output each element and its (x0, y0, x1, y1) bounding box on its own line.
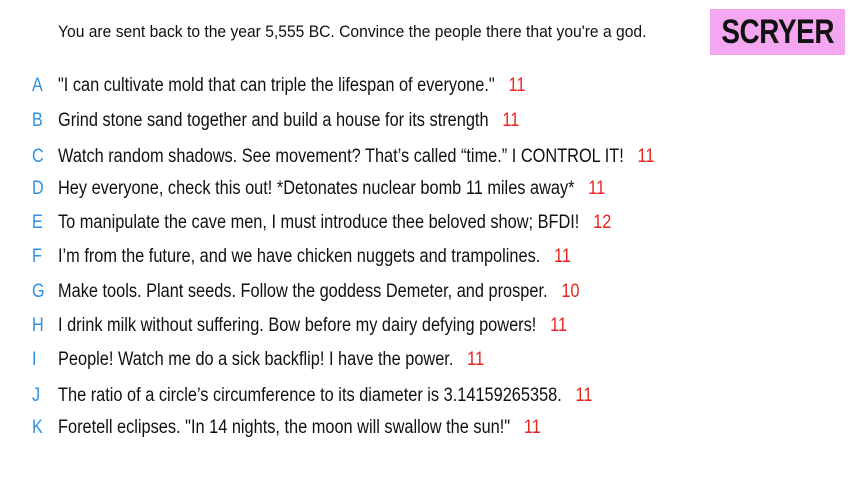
answer-score: 11 (508, 75, 526, 96)
answer-letter: E (32, 212, 43, 233)
answer-text: Foretell eclipses. "In 14 nights, the mo… (58, 417, 511, 438)
answer-text: The ratio of a circle’s circumference to… (58, 385, 562, 406)
answer-score: 10 (561, 281, 580, 302)
answer-score: 11 (550, 315, 568, 336)
answer-score: 11 (588, 178, 606, 199)
answer-letter: G (32, 281, 45, 302)
answer-text: Grind stone sand together and build a ho… (58, 110, 489, 131)
answer-letter: C (32, 146, 44, 167)
answer-letter: D (32, 178, 44, 199)
answer-score: 12 (593, 212, 612, 233)
answer-letter: J (32, 385, 41, 406)
answer-letter: H (32, 315, 44, 336)
answer-score: 11 (637, 146, 655, 167)
answer-text: People! Watch me do a sick backflip! I h… (58, 349, 454, 370)
answer-text: "I can cultivate mold that can triple th… (58, 75, 495, 96)
answer-text: Make tools. Plant seeds. Follow the godd… (58, 281, 548, 302)
answer-score: 11 (523, 417, 541, 438)
answer-letter: K (32, 417, 43, 438)
answer-text: To manipulate the cave men, I must intro… (58, 212, 580, 233)
answer-letter: B (32, 110, 43, 131)
answer-letter: I (32, 349, 37, 370)
answer-letter: A (32, 75, 43, 96)
answer-text: I drink milk without suffering. Bow befo… (58, 315, 537, 336)
answer-text: Watch random shadows. See movement? That… (58, 146, 624, 167)
answer-score: 11 (554, 246, 572, 267)
answer-letter: F (32, 246, 42, 267)
answer-text: Hey everyone, check this out! *Detonates… (58, 178, 575, 199)
answer-text: I’m from the future, and we have chicken… (58, 246, 541, 267)
answer-score: 11 (467, 349, 485, 370)
answer-score: 11 (575, 385, 593, 406)
answer-score: 11 (502, 110, 520, 131)
answer-list: A "I can cultivate mold that can triple … (0, 0, 853, 480)
